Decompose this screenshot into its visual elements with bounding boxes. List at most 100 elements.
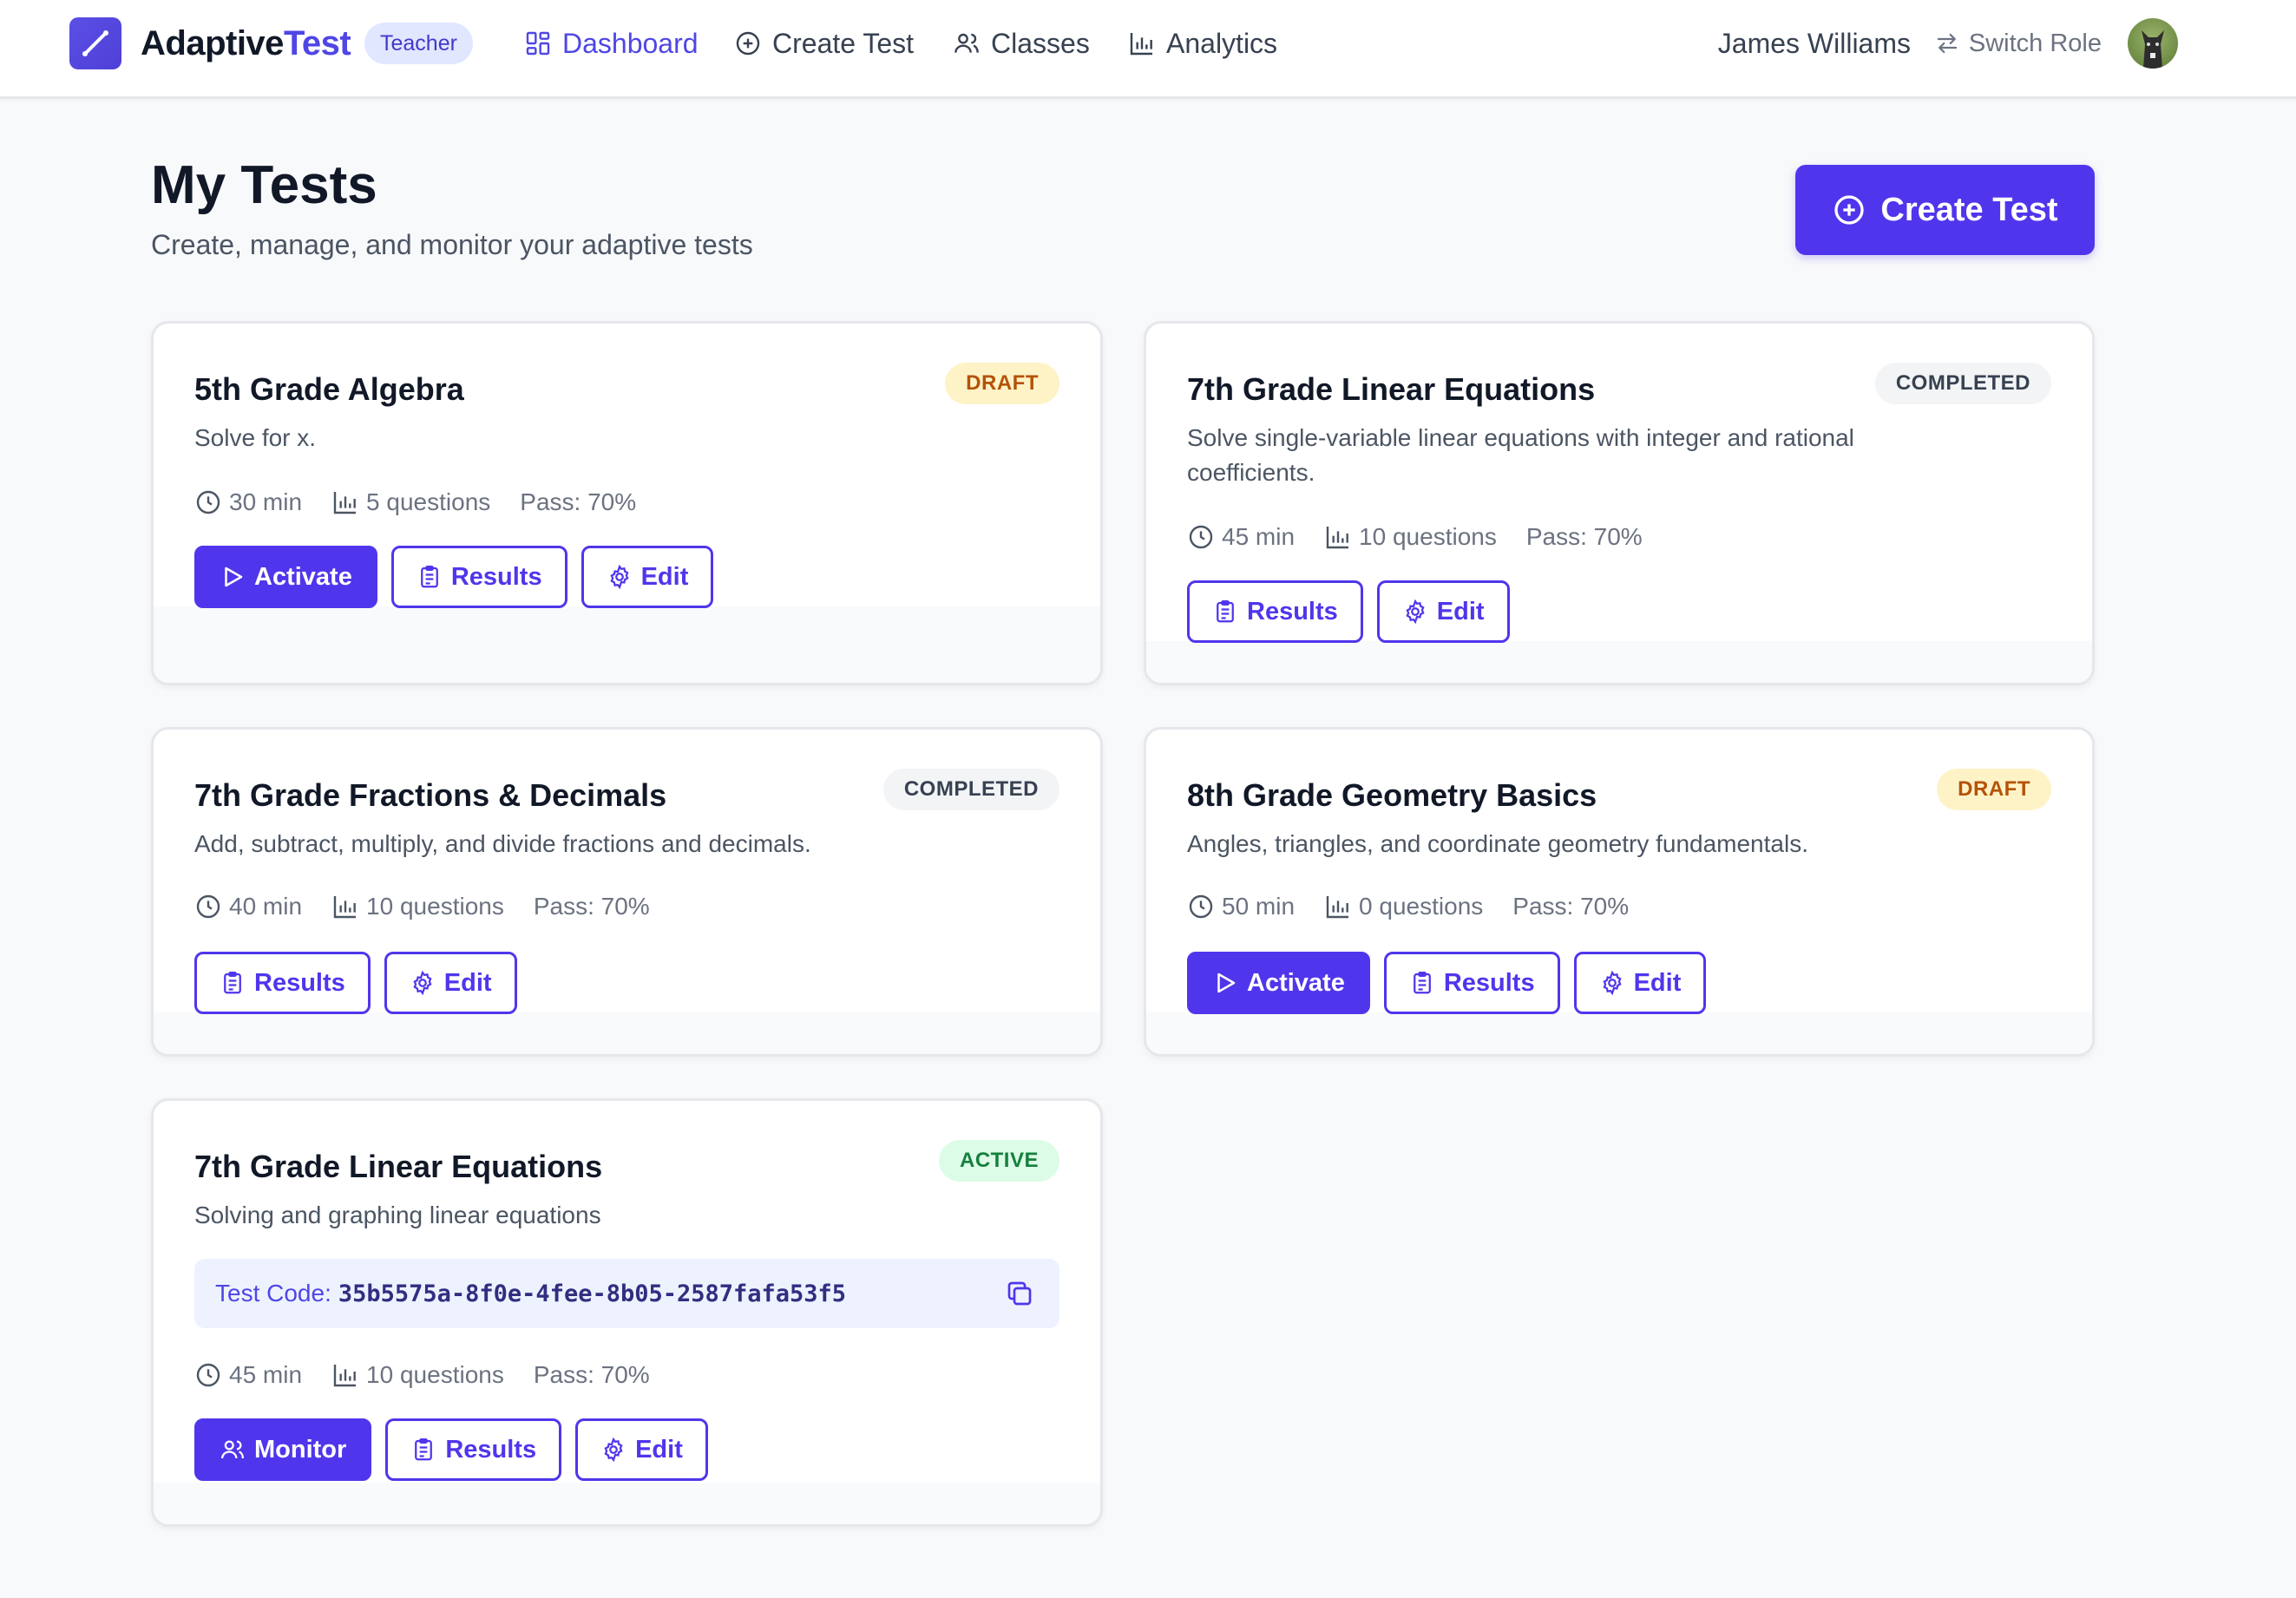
bar-chart-icon bbox=[1326, 527, 1349, 549]
gear-icon bbox=[1603, 970, 1622, 996]
switch-role-button[interactable]: Switch Role bbox=[1934, 19, 2102, 68]
results-button[interactable]: Results bbox=[390, 546, 567, 608]
test-title[interactable]: 7th Grade Linear Equations bbox=[1187, 369, 1595, 410]
test-description: Solve for x. bbox=[194, 424, 317, 451]
test-card: 7th Grade Fractions & Decimals COMPLETED… bbox=[151, 727, 1103, 1057]
test-card: 7th Grade Linear Equations ACTIVE Solvin… bbox=[151, 1098, 1103, 1527]
clock-icon bbox=[1189, 894, 1213, 919]
test-duration: 45 min bbox=[1222, 523, 1296, 550]
test-meta: 30 min 5 questions Pass: 70% bbox=[194, 485, 666, 520]
brand-logo-icon[interactable] bbox=[69, 17, 121, 69]
users-icon bbox=[954, 33, 979, 53]
card-footer bbox=[1146, 641, 2092, 683]
card-footer bbox=[154, 1483, 1100, 1524]
bar-chart-icon bbox=[1130, 33, 1152, 56]
create-test-button[interactable]: Create Test bbox=[1795, 165, 2095, 255]
results-button[interactable]: Results bbox=[385, 1418, 562, 1481]
page-subtitle: Create, manage, and monitor your adaptiv… bbox=[151, 229, 753, 260]
edit-button[interactable]: Edit bbox=[581, 546, 714, 608]
brand-name[interactable]: AdaptiveTest bbox=[141, 19, 351, 68]
test-title[interactable]: 5th Grade Algebra bbox=[194, 369, 464, 410]
test-question-count: 10 questions bbox=[366, 893, 504, 920]
results-button[interactable]: Results bbox=[1187, 580, 1363, 643]
test-code-box: Test Code: 35b5575a-8f0e-4fee-8b05-2587f… bbox=[194, 1259, 1059, 1328]
edit-button[interactable]: Edit bbox=[575, 1418, 708, 1481]
users-icon bbox=[221, 1440, 244, 1459]
clipboard-icon bbox=[420, 566, 438, 588]
test-pass-threshold: Pass: 70% bbox=[1525, 523, 1643, 550]
test-description: Solving and graphing linear equations bbox=[194, 1202, 601, 1228]
test-code-value[interactable]: 35b5575a-8f0e-4fee-8b05-2587fafa53f5 bbox=[338, 1280, 846, 1307]
copy-icon[interactable] bbox=[1004, 1278, 1035, 1309]
edit-label: Edit bbox=[443, 968, 492, 997]
gear-icon bbox=[610, 564, 629, 590]
plus-circle-icon bbox=[736, 31, 760, 56]
plus-circle-icon bbox=[1834, 195, 1865, 225]
activate-label: Activate bbox=[254, 562, 352, 591]
edit-label: Edit bbox=[640, 562, 689, 591]
create-test-label: Create Test bbox=[1880, 191, 2058, 228]
nav-dashboard[interactable]: Dashboard bbox=[524, 19, 699, 68]
test-description: Angles, triangles, and coordinate geomet… bbox=[1187, 830, 1808, 857]
monitor-button[interactable]: Monitor bbox=[194, 1418, 372, 1481]
switch-role-label: Switch Role bbox=[1968, 29, 2102, 57]
user-avatar[interactable] bbox=[2128, 18, 2178, 69]
card-footer bbox=[154, 606, 1100, 683]
status-badge: DRAFT bbox=[945, 363, 1059, 404]
bar-chart-icon bbox=[333, 492, 357, 514]
gear-icon bbox=[413, 970, 432, 996]
edit-button[interactable]: Edit bbox=[1573, 952, 1707, 1014]
activate-label: Activate bbox=[1247, 968, 1345, 997]
results-button[interactable]: Results bbox=[194, 952, 371, 1014]
test-pass-threshold: Pass: 70% bbox=[520, 488, 637, 515]
test-code-label: Test Code: bbox=[215, 1280, 331, 1307]
card-actions: Results Edit bbox=[1187, 580, 1510, 643]
test-title[interactable]: 7th Grade Linear Equations bbox=[194, 1146, 602, 1188]
nav-classes-label: Classes bbox=[991, 27, 1090, 59]
test-pass-threshold: Pass: 70% bbox=[533, 1361, 650, 1388]
test-meta: 45 min 10 questions Pass: 70% bbox=[1187, 520, 1672, 554]
nav-classes[interactable]: Classes bbox=[953, 19, 1090, 68]
bar-chart-icon bbox=[333, 896, 357, 919]
results-label: Results bbox=[254, 968, 345, 997]
edit-label: Edit bbox=[1436, 597, 1485, 625]
test-title[interactable]: 7th Grade Fractions & Decimals bbox=[194, 775, 666, 816]
test-meta: 50 min 0 questions Pass: 70% bbox=[1187, 889, 1658, 924]
grid-icon bbox=[526, 31, 550, 56]
test-question-count: 5 questions bbox=[366, 488, 491, 515]
edit-label: Edit bbox=[1633, 968, 1682, 997]
nav-dashboard-label: Dashboard bbox=[562, 27, 699, 59]
clipboard-icon bbox=[224, 972, 241, 994]
test-pass-threshold: Pass: 70% bbox=[533, 893, 650, 920]
results-button[interactable]: Results bbox=[1383, 952, 1560, 1014]
test-question-count: 0 questions bbox=[1359, 893, 1484, 920]
clipboard-icon bbox=[1217, 600, 1234, 623]
brand-name-part2: Test bbox=[283, 24, 351, 62]
status-badge: COMPLETED bbox=[1874, 363, 2051, 404]
play-icon bbox=[225, 567, 243, 587]
test-duration: 45 min bbox=[229, 1361, 303, 1388]
clock-icon bbox=[196, 490, 220, 514]
nav-analytics[interactable]: Analytics bbox=[1128, 19, 1277, 68]
edit-button[interactable]: Edit bbox=[1376, 580, 1510, 643]
edit-button[interactable]: Edit bbox=[384, 952, 517, 1014]
results-label: Results bbox=[1443, 968, 1535, 997]
clock-icon bbox=[196, 1363, 220, 1387]
nav-create-test[interactable]: Create Test bbox=[734, 19, 914, 68]
card-actions: Activate Results Edit bbox=[1187, 952, 1707, 1014]
avatar-image-icon bbox=[2142, 30, 2164, 69]
test-card: 7th Grade Linear Equations COMPLETED Sol… bbox=[1144, 321, 2095, 685]
page-title: My Tests bbox=[151, 155, 377, 215]
activate-button[interactable]: Activate bbox=[194, 546, 377, 608]
role-badge: Teacher bbox=[364, 23, 473, 64]
clock-icon bbox=[1189, 525, 1213, 549]
brand-name-part1: Adaptive bbox=[141, 24, 284, 62]
test-duration: 30 min bbox=[229, 488, 303, 515]
activate-button[interactable]: Activate bbox=[1187, 952, 1370, 1014]
test-description-line2: coefficients. bbox=[1187, 459, 1315, 486]
user-name: James Williams bbox=[1717, 28, 1911, 59]
bar-chart-icon bbox=[333, 1365, 357, 1387]
test-meta: 40 min 10 questions Pass: 70% bbox=[194, 889, 679, 924]
test-pass-threshold: Pass: 70% bbox=[1512, 893, 1630, 920]
test-title[interactable]: 8th Grade Geometry Basics bbox=[1187, 775, 1597, 816]
